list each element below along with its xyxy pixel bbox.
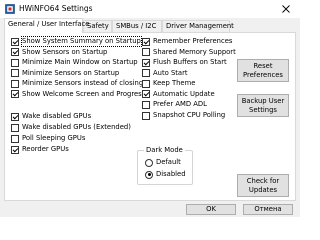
checkbox-box <box>142 69 150 77</box>
checkbox-box <box>11 48 19 56</box>
tab-label: Safety <box>87 22 109 30</box>
tab-driver-management[interactable]: Driver Management <box>162 20 234 32</box>
checkbox-box <box>11 145 19 154</box>
check-for-updates-button[interactable]: Check for Updates <box>237 174 289 197</box>
checkbox-label: Shared Memory Support <box>153 47 236 56</box>
show-welcome-screen-checkbox[interactable]: Show Welcome Screen and Progress <box>11 90 145 99</box>
checkbox-box <box>11 123 19 132</box>
tab-general-user-interface[interactable]: General / User Interface <box>4 18 89 33</box>
checkbox-label: Minimize Sensors instead of closing <box>22 79 144 87</box>
checkbox-box <box>11 58 19 67</box>
minimize-sensors-instead-closing-checkbox[interactable]: Minimize Sensors instead of closing <box>11 79 143 88</box>
minimize-sensors-checkbox[interactable]: Minimize Sensors on Startup <box>11 69 119 78</box>
dark-mode-disabled-radio[interactable]: Disabled <box>145 170 186 179</box>
dark-mode-label: Dark Mode <box>144 146 185 155</box>
button-label: Backup User Settings <box>241 97 285 114</box>
window-title: HWiNFO64 Settings <box>19 4 93 13</box>
checkbox-label: Automatic Update <box>153 89 215 98</box>
checkbox-box <box>142 48 150 56</box>
button-label: Reset Preferences <box>243 62 283 79</box>
show-sensors-checkbox[interactable]: Show Sensors on Startup <box>11 48 107 57</box>
keep-theme-checkbox[interactable]: Keep Theme <box>142 79 195 88</box>
dark-mode-group: Dark Mode Default Disabled <box>137 146 193 185</box>
flush-buffers-checkbox[interactable]: Flush Buffers on Start <box>142 58 227 67</box>
dark-mode-default-radio[interactable]: Default <box>145 158 181 167</box>
wake-disabled-gpus-extended-checkbox[interactable]: Wake disabled GPUs (Extended) <box>11 123 131 132</box>
checkbox-box <box>11 69 19 77</box>
checkbox-box <box>11 112 19 121</box>
remember-preferences-checkbox[interactable]: Remember Preferences <box>142 37 232 46</box>
radio-label: Default <box>156 158 181 166</box>
radio-circle <box>145 158 153 167</box>
tab-label: General / User Interface <box>8 20 90 28</box>
button-label: Check for Updates <box>246 177 280 194</box>
shared-memory-support-checkbox[interactable]: Shared Memory Support <box>142 48 236 57</box>
checkbox-label: Snapshot CPU Polling <box>153 111 226 119</box>
checkbox-box <box>11 37 19 46</box>
checkbox-label: Flush Buffers on Start <box>153 58 227 66</box>
checkbox-label: Auto Start <box>153 68 188 77</box>
general-settings-panel: Show System Summary on Startup Show Sens… <box>4 32 296 201</box>
checkbox-box <box>142 111 150 120</box>
radio-circle <box>145 170 153 179</box>
tab-smbus-i2c[interactable]: SMBus / I2C <box>112 20 162 32</box>
button-label: Отмена <box>254 205 282 214</box>
tab-label: Driver Management <box>166 22 234 30</box>
close-window-button[interactable] <box>272 0 300 18</box>
auto-start-checkbox[interactable]: Auto Start <box>142 69 188 78</box>
automatic-update-checkbox[interactable]: Automatic Update <box>142 90 215 99</box>
checkbox-box <box>11 134 19 143</box>
close-icon <box>282 5 290 13</box>
tab-label: SMBus / I2C <box>116 22 157 30</box>
minimize-main-window-checkbox[interactable]: Minimize Main Window on Startup <box>11 58 138 67</box>
wake-disabled-gpus-checkbox[interactable]: Wake disabled GPUs <box>11 112 91 121</box>
checkbox-box <box>142 100 150 109</box>
button-label: OK <box>206 205 216 214</box>
checkbox-box <box>142 58 150 67</box>
checkbox-label: Minimize Main Window on Startup <box>22 58 138 66</box>
reorder-gpus-checkbox[interactable]: Reorder GPUs <box>11 145 69 154</box>
show-system-summary-checkbox[interactable]: Show System Summary on Startup <box>11 36 142 47</box>
checkbox-label: Prefer AMD ADL <box>153 100 207 108</box>
dialog-client-area: General / User Interface Safety SMBus / … <box>0 18 300 217</box>
checkbox-label: Show Welcome Screen and Progress <box>22 89 146 98</box>
hwinfo-app-icon <box>5 4 15 14</box>
checkbox-box <box>11 90 19 98</box>
backup-user-settings-button[interactable]: Backup User Settings <box>237 94 289 117</box>
checkbox-label: Wake disabled GPUs <box>22 112 92 120</box>
checkbox-label: Reorder GPUs <box>22 145 69 153</box>
checkbox-box <box>142 90 150 98</box>
checkbox-box <box>142 37 150 46</box>
cancel-button[interactable]: Отмена <box>243 204 293 215</box>
checkbox-label: Minimize Sensors on Startup <box>22 68 120 77</box>
checkbox-label: Keep Theme <box>153 79 196 87</box>
ok-button[interactable]: OK <box>186 204 236 215</box>
checkbox-box <box>142 79 150 88</box>
checkbox-label: Show Sensors on Startup <box>22 47 108 56</box>
radio-label: Disabled <box>156 170 186 178</box>
poll-sleeping-gpus-checkbox[interactable]: Poll Sleeping GPUs <box>11 134 85 143</box>
title-bar: HWiNFO64 Settings <box>0 0 300 18</box>
checkbox-label: Show System Summary on Startup <box>21 36 142 47</box>
snapshot-cpu-polling-checkbox[interactable]: Snapshot CPU Polling <box>142 111 225 120</box>
prefer-amd-adl-checkbox[interactable]: Prefer AMD ADL <box>142 100 207 109</box>
checkbox-label: Remember Preferences <box>153 37 233 45</box>
checkbox-label: Wake disabled GPUs (Extended) <box>22 123 131 131</box>
checkbox-label: Poll Sleeping GPUs <box>22 134 86 142</box>
checkbox-box <box>11 79 19 88</box>
reset-preferences-button[interactable]: Reset Preferences <box>237 59 289 82</box>
